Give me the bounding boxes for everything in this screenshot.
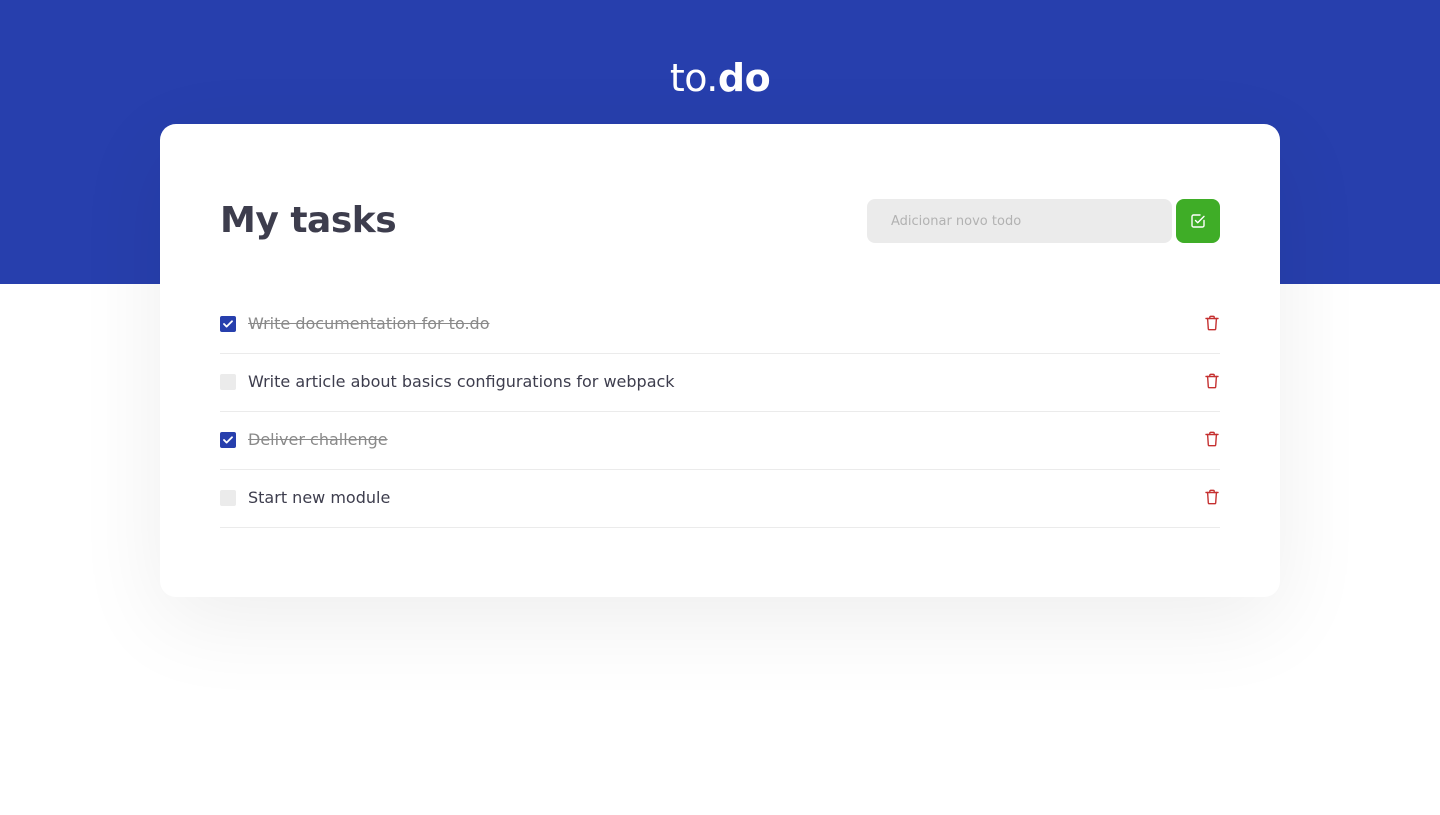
trash-icon [1205,489,1219,505]
task-text[interactable]: Deliver challenge [248,430,388,450]
task-row: Deliver challenge [220,412,1220,470]
task-text[interactable]: Write article about basics configuration… [248,372,675,392]
task-row: Write documentation for to.do [220,296,1220,354]
trash-icon [1205,315,1219,331]
logo-light: to. [669,56,719,100]
check-icon [223,436,233,444]
trash-icon [1205,373,1219,389]
task-row: Start new module [220,470,1220,528]
new-todo-input[interactable] [867,199,1172,243]
task-checkbox[interactable] [220,374,236,390]
task-checkbox[interactable] [220,316,236,332]
delete-task-button[interactable] [1204,372,1220,390]
task-checkbox[interactable] [220,432,236,448]
delete-task-button[interactable] [1204,488,1220,506]
task-text[interactable]: Start new module [248,488,390,508]
check-square-icon [1191,214,1205,228]
trash-icon [1205,431,1219,447]
task-text[interactable]: Write documentation for to.do [248,314,490,334]
tasks-card: My tasks Write documentation for to.do [160,124,1280,597]
task-row: Write article about basics configuration… [220,354,1220,412]
logo-bold: do [717,56,771,100]
app-logo: to.do [0,54,1440,102]
task-checkbox[interactable] [220,490,236,506]
check-icon [223,320,233,328]
delete-task-button[interactable] [1204,430,1220,448]
add-todo-button[interactable] [1176,199,1220,243]
task-list: Write documentation for to.do Write arti… [220,296,1220,528]
delete-task-button[interactable] [1204,314,1220,332]
page-title: My tasks [220,200,397,241]
